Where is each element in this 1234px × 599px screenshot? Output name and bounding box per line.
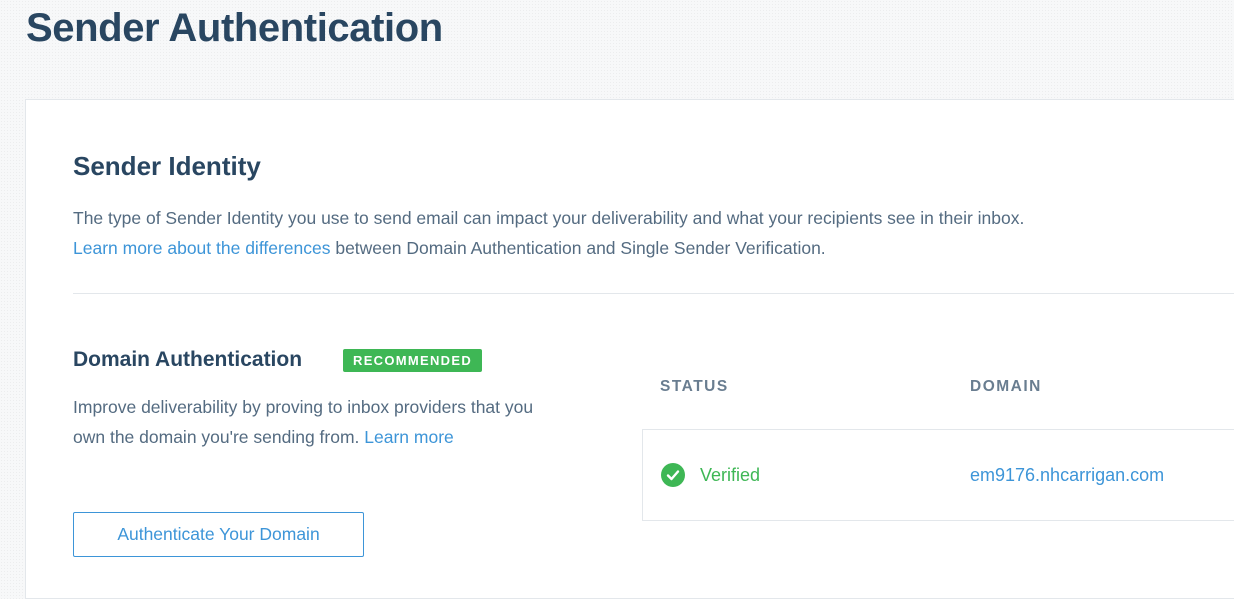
description-text: The type of Sender Identity you use to s…	[73, 208, 1025, 228]
sender-identity-description: The type of Sender Identity you use to s…	[73, 203, 1183, 263]
sender-identity-card: Sender Identity The type of Sender Ident…	[25, 99, 1234, 599]
check-circle-icon	[661, 463, 685, 487]
learn-more-link[interactable]: Learn more	[364, 427, 454, 447]
domain-description-text: Improve deliverability by proving to inb…	[73, 397, 534, 447]
domain-column-header: DOMAIN	[970, 378, 1042, 395]
section-divider	[73, 293, 1234, 294]
table-row: Verified em9176.nhcarrigan.com	[642, 429, 1234, 521]
recommended-badge: RECOMMENDED	[343, 349, 483, 372]
description-text-rest: between Domain Authentication and Single…	[330, 238, 826, 258]
authenticate-domain-button[interactable]: Authenticate Your Domain	[73, 512, 364, 557]
domain-authentication-description: Improve deliverability by proving to inb…	[73, 392, 553, 452]
status-verified: Verified	[700, 465, 761, 485]
learn-more-differences-link[interactable]: Learn more about the differences	[73, 238, 330, 258]
section-title: Sender Identity	[73, 151, 261, 181]
page-title: Sender Authentication	[26, 6, 443, 50]
domain-link[interactable]: em9176.nhcarrigan.com	[970, 460, 1164, 490]
domain-authentication-title: Domain Authentication	[73, 348, 303, 371]
status-column-header: STATUS	[660, 378, 729, 395]
